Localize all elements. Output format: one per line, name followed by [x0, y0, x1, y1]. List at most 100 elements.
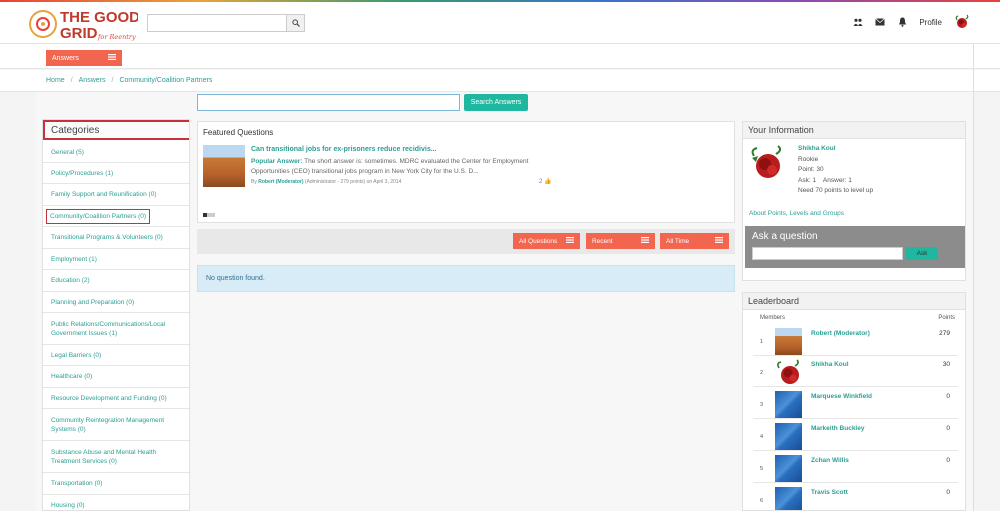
- categories-panel: Categories General (5) Policy/Procedures…: [42, 119, 190, 511]
- hamburger-icon: [108, 54, 116, 62]
- featured-likes[interactable]: 2 👍: [539, 178, 552, 185]
- rank: 3: [760, 402, 764, 408]
- answers-search-input[interactable]: [197, 94, 460, 111]
- rank: 4: [760, 434, 764, 440]
- member-name-link[interactable]: Shikha Koul: [811, 361, 849, 368]
- member-avatar[interactable]: [775, 391, 802, 418]
- categories-title: Categories: [43, 120, 189, 140]
- member-name-link[interactable]: Markeith Buckley: [811, 425, 864, 432]
- member-name-link[interactable]: Zchan Willis: [811, 457, 849, 464]
- category-item[interactable]: Family Support and Reunification (0): [43, 184, 189, 206]
- member-avatar[interactable]: [775, 328, 802, 355]
- thumbs-up-icon: 👍: [544, 179, 552, 185]
- featured-answer: Popular Answer: The short answer is: som…: [251, 157, 551, 177]
- carousel-indicator[interactable]: [203, 213, 215, 217]
- logo-text-line2: GRID: [60, 25, 98, 42]
- category-item[interactable]: Substance Abuse and Mental Health Treatm…: [43, 441, 189, 473]
- question-filter-bar: All Questions Recent All Time: [197, 229, 735, 254]
- logo-tagline: for Reentry: [97, 33, 136, 41]
- featured-questions-panel: Featured Questions Can transitional jobs…: [197, 121, 735, 223]
- featured-byline: By Robert (Moderator) (Administrator - 2…: [251, 179, 402, 185]
- no-question-alert: No question found.: [197, 265, 735, 292]
- category-item-selected[interactable]: Community/Coalition Partners (0): [43, 206, 189, 227]
- recent-filter[interactable]: Recent: [586, 233, 655, 249]
- user-level: Rookie: [798, 155, 819, 163]
- ask-question-title: Ask a question: [752, 231, 818, 242]
- leaderboard-panel: Leaderboard Members Points 1 Robert (Mod…: [742, 292, 966, 511]
- member-avatar[interactable]: [775, 423, 802, 450]
- leaderboard-header: Members Points: [760, 315, 955, 321]
- answers-menu-bar: Answers: [0, 44, 1000, 69]
- rank: 6: [760, 498, 764, 504]
- user-points: Point: 30: [798, 166, 824, 173]
- hamburger-icon: [641, 237, 649, 245]
- header-search-input[interactable]: [147, 14, 305, 32]
- search-answers-button[interactable]: Search Answers: [464, 94, 528, 111]
- member-name-link[interactable]: Robert (Moderator): [811, 330, 870, 337]
- user-name-link[interactable]: Shikha Koul: [798, 144, 873, 155]
- member-points: 0: [946, 489, 950, 496]
- members-column-header: Members: [760, 315, 786, 321]
- level-up-hint: Need 70 points to level up: [798, 187, 874, 194]
- your-information-title: Your Information: [743, 122, 965, 139]
- leaderboard-row: 4 Markeith Buckley 0: [753, 420, 958, 451]
- member-points: 30: [942, 361, 950, 368]
- leaderboard-row: 5 Zchan Willis 0: [753, 452, 958, 483]
- featured-question-link[interactable]: Can transitional jobs for ex-prisoners r…: [251, 146, 437, 153]
- points-levels-link[interactable]: About Points, Levels and Groups: [749, 210, 844, 217]
- member-avatar[interactable]: [775, 487, 802, 510]
- breadcrumb-separator: /: [111, 77, 114, 84]
- featured-question-thumbnail[interactable]: [203, 145, 245, 187]
- profile-link[interactable]: Profile: [919, 18, 942, 27]
- points-column-header: Points: [938, 315, 955, 321]
- category-item[interactable]: Healthcare (0): [43, 366, 189, 388]
- member-name-link[interactable]: Travis Scott: [811, 489, 848, 496]
- category-item[interactable]: Community Reintegration Management Syste…: [43, 409, 189, 441]
- category-item[interactable]: Transitional Programs & Volunteers (0): [43, 227, 189, 249]
- category-item[interactable]: Education (2): [43, 270, 189, 292]
- category-item[interactable]: Transportation (0): [43, 473, 189, 495]
- breadcrumb-current[interactable]: Community/Coalition Partners: [119, 77, 212, 84]
- member-points: 0: [946, 393, 950, 400]
- search-icon[interactable]: [286, 15, 304, 31]
- your-information-panel: Your Information Shikha Koul Rookie Poin…: [742, 121, 966, 281]
- site-logo[interactable]: THE GOOD GRID for Reentry: [26, 5, 140, 43]
- breadcrumb-home[interactable]: Home: [46, 77, 65, 84]
- hamburger-icon: [566, 237, 574, 245]
- category-item[interactable]: Housing (0): [43, 495, 189, 510]
- member-avatar[interactable]: [775, 359, 802, 386]
- bell-icon[interactable]: [897, 17, 907, 27]
- profile-avatar[interactable]: [748, 144, 786, 182]
- user-avatar[interactable]: [954, 14, 970, 30]
- groups-icon[interactable]: [853, 17, 863, 27]
- all-time-filter[interactable]: All Time: [660, 233, 729, 249]
- member-points: 0: [946, 457, 950, 464]
- category-item[interactable]: Resource Development and Funding (0): [43, 388, 189, 409]
- logo-text-line1: THE GOOD: [60, 9, 138, 26]
- rank: 5: [760, 466, 764, 472]
- featured-author-link[interactable]: Robert (Moderator): [258, 179, 303, 185]
- top-navbar: THE GOOD GRID for Reentry Profile: [0, 2, 1000, 44]
- all-questions-filter[interactable]: All Questions: [513, 233, 580, 249]
- category-item[interactable]: General (5): [43, 142, 189, 163]
- member-name-link[interactable]: Marquese Winkfield: [811, 393, 872, 400]
- category-item[interactable]: Public Relations/Communications/Local Go…: [43, 313, 189, 345]
- popular-answer-label: Popular Answer:: [251, 158, 303, 165]
- breadcrumb-answers[interactable]: Answers: [79, 77, 106, 84]
- envelope-icon[interactable]: [875, 17, 886, 27]
- answers-menu-button[interactable]: Answers: [46, 50, 122, 66]
- leaderboard-row: 3 Marquese Winkfield 0: [753, 388, 958, 419]
- leaderboard-row: 2 Shikha Koul 30: [753, 356, 958, 387]
- category-item[interactable]: Employment (1): [43, 249, 189, 270]
- category-item[interactable]: Policy/Procedures (1): [43, 163, 189, 184]
- ask-question-box: Ask a question Ask: [745, 226, 965, 268]
- ask-question-input[interactable]: [752, 247, 903, 260]
- category-item[interactable]: Planning and Preparation (0): [43, 292, 189, 313]
- member-points: 0: [946, 425, 950, 432]
- member-avatar[interactable]: [775, 455, 802, 482]
- rank: 2: [760, 370, 764, 376]
- header-actions: Profile: [853, 14, 970, 30]
- category-item[interactable]: Legal Barriers (0): [43, 345, 189, 366]
- hamburger-icon: [715, 237, 723, 245]
- ask-button[interactable]: Ask: [906, 247, 938, 260]
